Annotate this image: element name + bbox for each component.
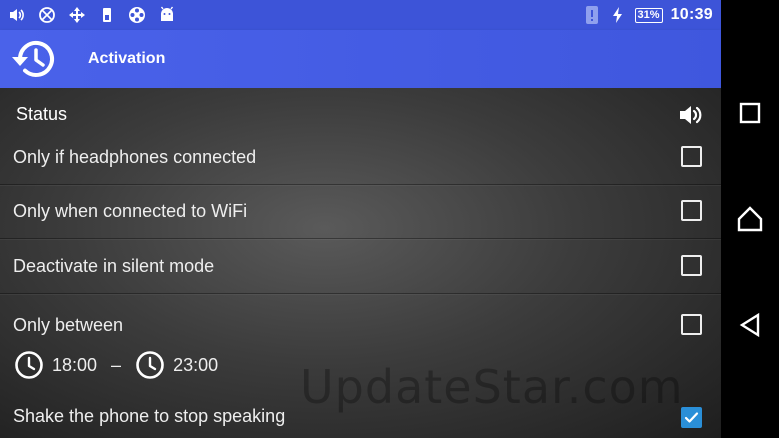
headphones-checkbox[interactable] — [681, 146, 702, 167]
setting-label: Shake the phone to stop speaking — [13, 406, 286, 426]
end-time: 23:00 — [173, 354, 219, 375]
wifi-checkbox[interactable] — [681, 200, 702, 221]
end-time-picker[interactable]: 23:00 — [135, 350, 218, 380]
setting-row-wifi[interactable]: Only when connected to WiFi — [0, 198, 721, 238]
status-bar-left-icons — [8, 6, 176, 24]
status-bar-right: 31% 10:39 — [583, 6, 713, 24]
android-icon — [158, 6, 176, 24]
start-time-picker[interactable]: 18:00 — [14, 350, 97, 380]
volume-icon — [8, 6, 26, 24]
history-clock-icon[interactable] — [2, 30, 66, 88]
setting-row-silent-mode[interactable]: Deactivate in silent mode — [0, 253, 721, 293]
setting-label: Deactivate in silent mode — [13, 256, 215, 276]
only-between-checkbox[interactable] — [681, 314, 702, 335]
shake-checkbox[interactable] — [681, 407, 702, 428]
row-divider — [0, 293, 721, 294]
battery-percent: 31% — [634, 7, 663, 23]
network-icon — [38, 6, 56, 24]
home-button[interactable] — [735, 204, 765, 234]
time-separator: – — [111, 354, 122, 375]
speaker-icon[interactable] — [678, 103, 704, 127]
home-icon — [737, 206, 763, 232]
row-divider — [0, 238, 721, 239]
sync-icon — [68, 6, 86, 24]
time-range: 18:00 – 23:00 — [14, 350, 218, 380]
row-divider — [0, 184, 721, 185]
start-time: 18:00 — [52, 354, 98, 375]
sim-icon — [98, 6, 116, 24]
film-reel-icon — [128, 6, 146, 24]
section-header-status: Status — [16, 104, 68, 124]
notification-icon — [583, 6, 601, 24]
silent-mode-checkbox[interactable] — [681, 255, 702, 276]
back-icon — [739, 312, 760, 338]
setting-row-shake[interactable]: Shake the phone to stop speaking — [0, 405, 721, 438]
settings-content: Status Only if headphones connected Only… — [0, 88, 721, 438]
recents-icon — [739, 102, 761, 124]
status-time: 10:39 — [670, 6, 713, 23]
navigation-bar — [721, 0, 779, 438]
action-bar: Activation — [0, 30, 721, 88]
back-button[interactable] — [735, 310, 765, 340]
setting-label: Only between — [13, 315, 124, 335]
setting-label: Only if headphones connected — [13, 147, 257, 167]
setting-label: Only when connected to WiFi — [13, 201, 248, 221]
page-title: Activation — [88, 50, 166, 67]
clock-icon — [15, 351, 43, 379]
clock-icon — [136, 351, 164, 379]
recents-button[interactable] — [735, 98, 765, 128]
setting-row-headphones[interactable]: Only if headphones connected — [0, 144, 721, 184]
status-bar: 31% 10:39 — [0, 0, 721, 30]
setting-row-only-between[interactable]: Only between — [0, 312, 721, 348]
charging-bolt-icon — [609, 6, 627, 24]
